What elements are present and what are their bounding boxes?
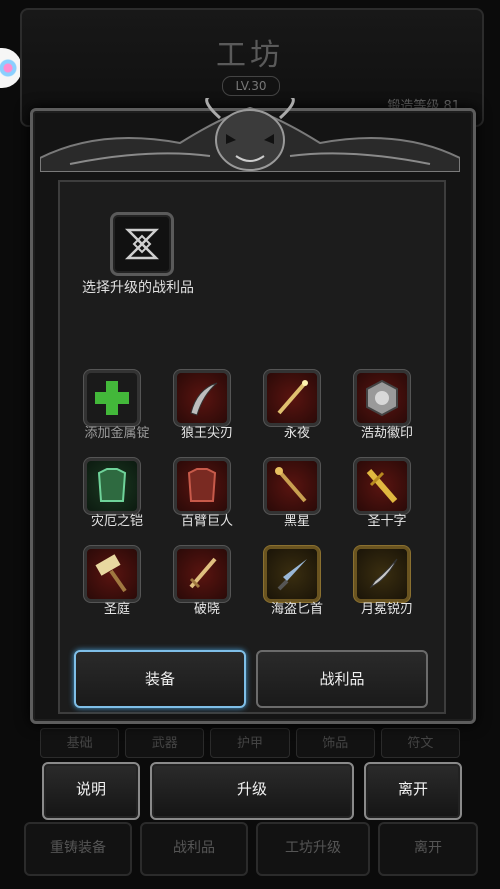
workshop-level-badge: LV.30 (222, 76, 280, 96)
loot-item-label: 黑星 (283, 514, 310, 529)
demon-crest-ornament (40, 98, 460, 172)
dagger-icon (267, 549, 317, 599)
loot-item-label: 圣庭 (103, 602, 130, 617)
loot-item-label: 破晓 (193, 602, 220, 617)
loot-item-pirate-dagger[interactable]: 海盗匕首 (252, 544, 342, 624)
upgrade-button[interactable]: 升级 (150, 762, 354, 820)
loot-grid: 添加金属锭 狼王尖刃 永夜 浩劫徽印 灾厄之铠 百臂巨人 黑星 圣十字 圣庭 破… (72, 368, 430, 644)
bg-tab-basic: 基础 (40, 728, 120, 758)
loot-item-calamity-armor[interactable]: 灾厄之铠 (72, 456, 162, 536)
loot-item-holy-cross[interactable]: 圣十字 (342, 456, 430, 536)
background-category-tabs: 基础 武器 护甲 饰品 符文 (40, 728, 461, 758)
workshop-title: 工坊 (216, 38, 284, 73)
loot-item-label: 浩劫徽印 (360, 426, 413, 441)
loot-item-label: 月冕锐刃 (360, 602, 413, 617)
loot-item-label: 永夜 (283, 426, 310, 441)
bg-tab-rune: 符文 (380, 728, 461, 758)
red-armor-icon (177, 461, 227, 511)
hammer-icon (87, 549, 137, 599)
loot-item-black-star[interactable]: 黑星 (252, 456, 342, 536)
loot-item-label: 狼王尖刃 (180, 426, 233, 441)
loot-item-label: 圣十字 (367, 514, 407, 529)
staff-icon (267, 461, 317, 511)
selected-loot-slot[interactable] (110, 212, 174, 276)
loot-item-label: 添加金属锭 (84, 426, 150, 441)
loot-item-eternal-night[interactable]: 永夜 (252, 368, 342, 448)
bg-tab-armor: 护甲 (210, 728, 290, 758)
golden-sword-icon (357, 461, 407, 511)
loot-item-label: 百臂巨人 (180, 514, 233, 529)
workshop-upgrade-button: 工坊升级 (256, 822, 370, 876)
green-armor-icon (87, 461, 137, 511)
bg-tab-accessory: 饰品 (295, 728, 375, 758)
loot-item-holy-court[interactable]: 圣庭 (72, 544, 162, 624)
tab-equipment[interactable]: 装备 (74, 650, 246, 708)
loot-item-hundred-arm-giant[interactable]: 百臂巨人 (162, 456, 252, 536)
loot-item-moon-crown-blade[interactable]: 月冕锐刃 (342, 544, 430, 624)
loot-item-label: 海盗匕首 (270, 602, 323, 617)
loot-item-label: 灾厄之铠 (90, 514, 143, 529)
loot-item-dawn[interactable]: 破晓 (162, 544, 252, 624)
reforge-button: 重铸装备 (24, 822, 132, 876)
sword-icon (177, 549, 227, 599)
tab-loot[interactable]: 战利品 (256, 650, 428, 708)
leave-button-bg: 离开 (378, 822, 478, 876)
select-loot-label: 选择升级的战利品 (82, 280, 194, 296)
green-plus-icon (87, 373, 137, 423)
help-button[interactable]: 说明 (42, 762, 140, 820)
loot-item-havoc-emblem[interactable]: 浩劫徽印 (342, 368, 430, 448)
claw-blade-icon (177, 373, 227, 423)
bg-tab-weapon: 武器 (125, 728, 205, 758)
loot-item-wolf-king-blade[interactable]: 狼王尖刃 (162, 368, 252, 448)
loot-button-bg: 战利品 (140, 822, 248, 876)
dark-blade-icon (357, 549, 407, 599)
loot-item-metal-ingot[interactable]: 添加金属锭 (72, 368, 162, 448)
empty-slot-icon (124, 228, 160, 260)
golden-wand-icon (267, 373, 317, 423)
emblem-icon (357, 373, 407, 423)
leave-button[interactable]: 离开 (364, 762, 462, 820)
